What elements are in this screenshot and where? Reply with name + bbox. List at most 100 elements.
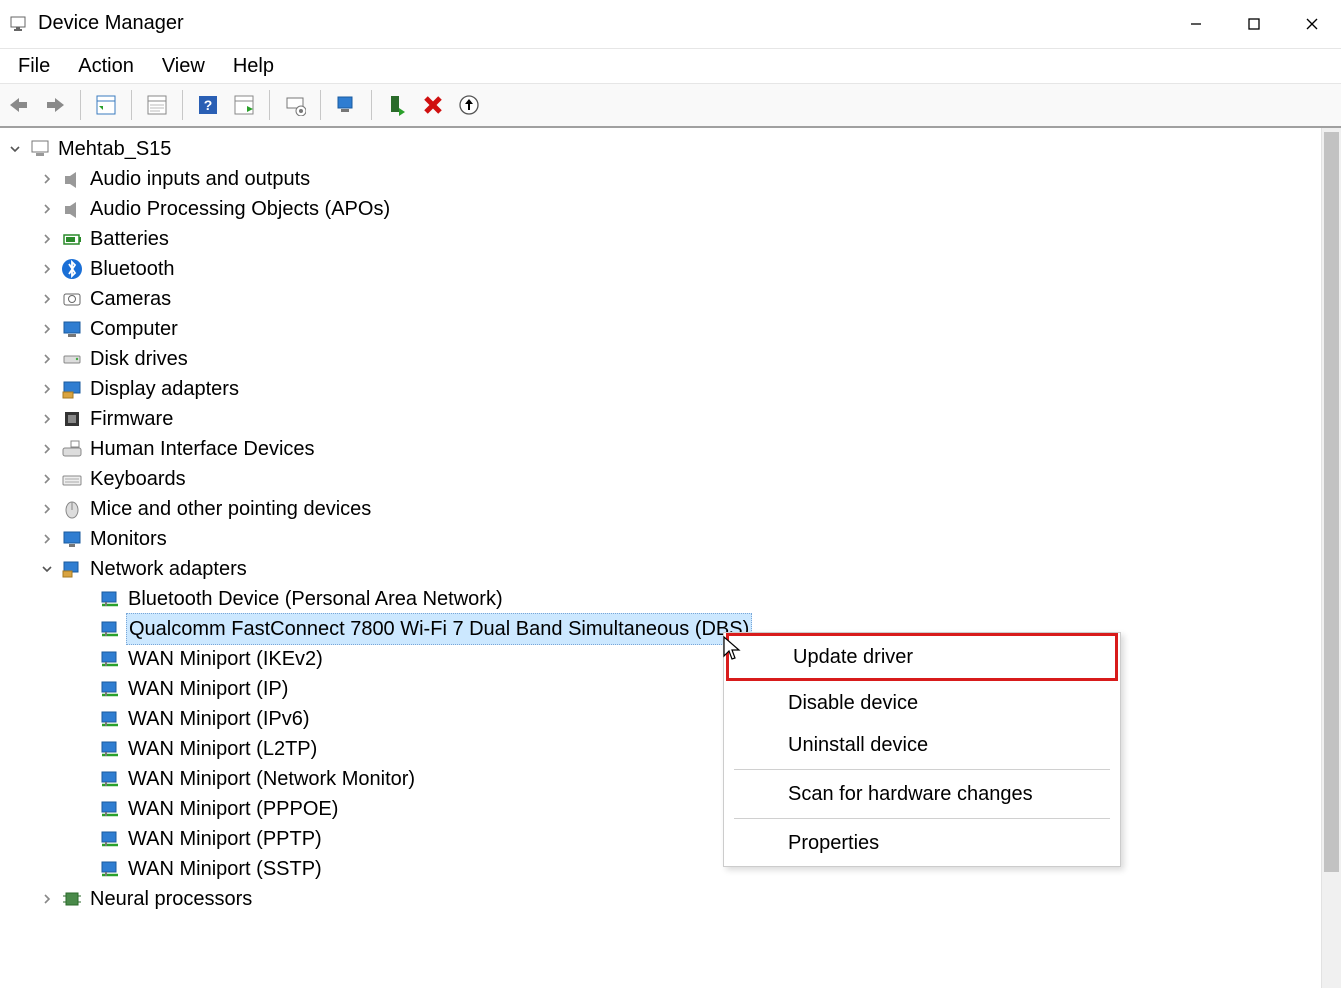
network-adapter-icon bbox=[98, 797, 122, 821]
tree-device[interactable]: Bluetooth Device (Personal Area Network) bbox=[4, 584, 1341, 614]
tree-category[interactable]: Human Interface Devices bbox=[4, 434, 1341, 464]
tree-device[interactable]: WAN Miniport (SSTP) bbox=[4, 854, 1341, 884]
svg-text:?: ? bbox=[204, 97, 213, 113]
tree-category-label: Bluetooth bbox=[90, 254, 175, 284]
back-button[interactable] bbox=[2, 88, 36, 122]
chevron-right-icon[interactable] bbox=[38, 170, 56, 188]
menu-help[interactable]: Help bbox=[219, 51, 288, 82]
chevron-right-icon[interactable] bbox=[38, 440, 56, 458]
update-driver-button[interactable] bbox=[278, 88, 312, 122]
minimize-button[interactable] bbox=[1167, 0, 1225, 47]
chevron-right-icon[interactable] bbox=[38, 530, 56, 548]
vertical-scrollbar[interactable] bbox=[1321, 128, 1341, 988]
tree-category-label: Display adapters bbox=[90, 374, 239, 404]
tree-device[interactable]: WAN Miniport (L2TP) bbox=[4, 734, 1341, 764]
chevron-down-icon[interactable] bbox=[38, 560, 56, 578]
scrollbar-thumb[interactable] bbox=[1324, 132, 1339, 872]
tree-category[interactable]: Audio Processing Objects (APOs) bbox=[4, 194, 1341, 224]
tree-category-label: Network adapters bbox=[90, 554, 247, 584]
scan-hardware-button[interactable] bbox=[329, 88, 363, 122]
forward-button[interactable] bbox=[38, 88, 72, 122]
context-menu-uninstall-device[interactable]: Uninstall device bbox=[724, 724, 1120, 766]
tree-category[interactable]: Audio inputs and outputs bbox=[4, 164, 1341, 194]
context-menu-separator bbox=[734, 769, 1110, 770]
chevron-right-icon[interactable] bbox=[38, 410, 56, 428]
chevron-right-icon[interactable] bbox=[38, 350, 56, 368]
network-adapter-icon bbox=[98, 737, 122, 761]
tree-root[interactable]: Mehtab_S15 bbox=[4, 134, 1341, 164]
chevron-down-icon[interactable] bbox=[6, 140, 24, 158]
category-icon bbox=[60, 227, 84, 251]
tree-device[interactable]: WAN Miniport (IPv6) bbox=[4, 704, 1341, 734]
menu-action[interactable]: Action bbox=[64, 51, 148, 82]
close-button[interactable] bbox=[1283, 0, 1341, 47]
chevron-right-icon[interactable] bbox=[38, 230, 56, 248]
tree-device-label: WAN Miniport (L2TP) bbox=[128, 734, 317, 764]
chevron-right-icon[interactable] bbox=[38, 290, 56, 308]
help-button[interactable]: ? bbox=[191, 88, 225, 122]
tree-device-label: WAN Miniport (IP) bbox=[128, 674, 288, 704]
category-icon bbox=[60, 257, 84, 281]
tree-category[interactable]: Bluetooth bbox=[4, 254, 1341, 284]
menu-view[interactable]: View bbox=[148, 51, 219, 82]
tree-device-label: WAN Miniport (PPTP) bbox=[128, 824, 322, 854]
chevron-right-icon[interactable] bbox=[38, 500, 56, 518]
uninstall-device-button[interactable] bbox=[416, 88, 450, 122]
tree-category[interactable]: Keyboards bbox=[4, 464, 1341, 494]
tree-category[interactable]: Cameras bbox=[4, 284, 1341, 314]
chevron-right-icon[interactable] bbox=[38, 260, 56, 278]
category-icon bbox=[60, 317, 84, 341]
tree-category[interactable]: Disk drives bbox=[4, 344, 1341, 374]
tree-category-label: Batteries bbox=[90, 224, 169, 254]
tree-category[interactable]: Monitors bbox=[4, 524, 1341, 554]
chevron-right-icon[interactable] bbox=[38, 320, 56, 338]
title-bar: Device Manager bbox=[0, 0, 1341, 48]
device-tree[interactable]: Mehtab_S15 Audio inputs and outputsAudio… bbox=[0, 128, 1341, 988]
toolbar-separator bbox=[131, 90, 132, 120]
context-menu-properties[interactable]: Properties bbox=[724, 822, 1120, 864]
category-icon bbox=[60, 437, 84, 461]
tree-category[interactable]: Display adapters bbox=[4, 374, 1341, 404]
show-hide-tree-button[interactable] bbox=[89, 88, 123, 122]
properties-button[interactable] bbox=[140, 88, 174, 122]
window-controls bbox=[1167, 0, 1341, 47]
tree-device-label: Bluetooth Device (Personal Area Network) bbox=[128, 584, 503, 614]
computer-icon bbox=[28, 137, 52, 161]
context-menu-update-driver[interactable]: Update driver bbox=[726, 633, 1118, 681]
enable-device-button[interactable] bbox=[380, 88, 414, 122]
action-list-button[interactable] bbox=[227, 88, 261, 122]
chevron-right-icon[interactable] bbox=[38, 200, 56, 218]
tree-device[interactable]: WAN Miniport (IP) bbox=[4, 674, 1341, 704]
menu-file[interactable]: File bbox=[4, 51, 64, 82]
toolbar: ? bbox=[0, 84, 1341, 128]
network-adapter-icon bbox=[98, 767, 122, 791]
tree-device[interactable]: Qualcomm FastConnect 7800 Wi-Fi 7 Dual B… bbox=[4, 614, 1341, 644]
toolbar-separator bbox=[269, 90, 270, 120]
tree-device[interactable]: WAN Miniport (PPPOE) bbox=[4, 794, 1341, 824]
tree-category[interactable]: Neural processors bbox=[4, 884, 1341, 914]
tree-device[interactable]: WAN Miniport (IKEv2) bbox=[4, 644, 1341, 674]
tree-category-label: Neural processors bbox=[90, 884, 252, 914]
tree-category[interactable]: Firmware bbox=[4, 404, 1341, 434]
tree-device[interactable]: WAN Miniport (PPTP) bbox=[4, 824, 1341, 854]
tree-root-label: Mehtab_S15 bbox=[58, 134, 171, 164]
chevron-right-icon[interactable] bbox=[38, 470, 56, 488]
tree-device[interactable]: WAN Miniport (Network Monitor) bbox=[4, 764, 1341, 794]
tree-device-label: WAN Miniport (PPPOE) bbox=[128, 794, 338, 824]
context-menu-disable-device[interactable]: Disable device bbox=[724, 682, 1120, 724]
network-adapter-icon bbox=[98, 617, 122, 641]
chevron-right-icon[interactable] bbox=[38, 890, 56, 908]
add-legacy-hardware-button[interactable] bbox=[452, 88, 486, 122]
tree-category[interactable]: Network adapters bbox=[4, 554, 1341, 584]
tree-category[interactable]: Batteries bbox=[4, 224, 1341, 254]
tree-category[interactable]: Mice and other pointing devices bbox=[4, 494, 1341, 524]
device-manager-icon bbox=[8, 14, 28, 34]
category-icon bbox=[60, 377, 84, 401]
category-icon bbox=[60, 887, 84, 911]
maximize-button[interactable] bbox=[1225, 0, 1283, 47]
tree-category[interactable]: Computer bbox=[4, 314, 1341, 344]
context-menu-scan-hardware[interactable]: Scan for hardware changes bbox=[724, 773, 1120, 815]
network-adapter-icon bbox=[98, 647, 122, 671]
window-title: Device Manager bbox=[38, 12, 184, 35]
chevron-right-icon[interactable] bbox=[38, 380, 56, 398]
